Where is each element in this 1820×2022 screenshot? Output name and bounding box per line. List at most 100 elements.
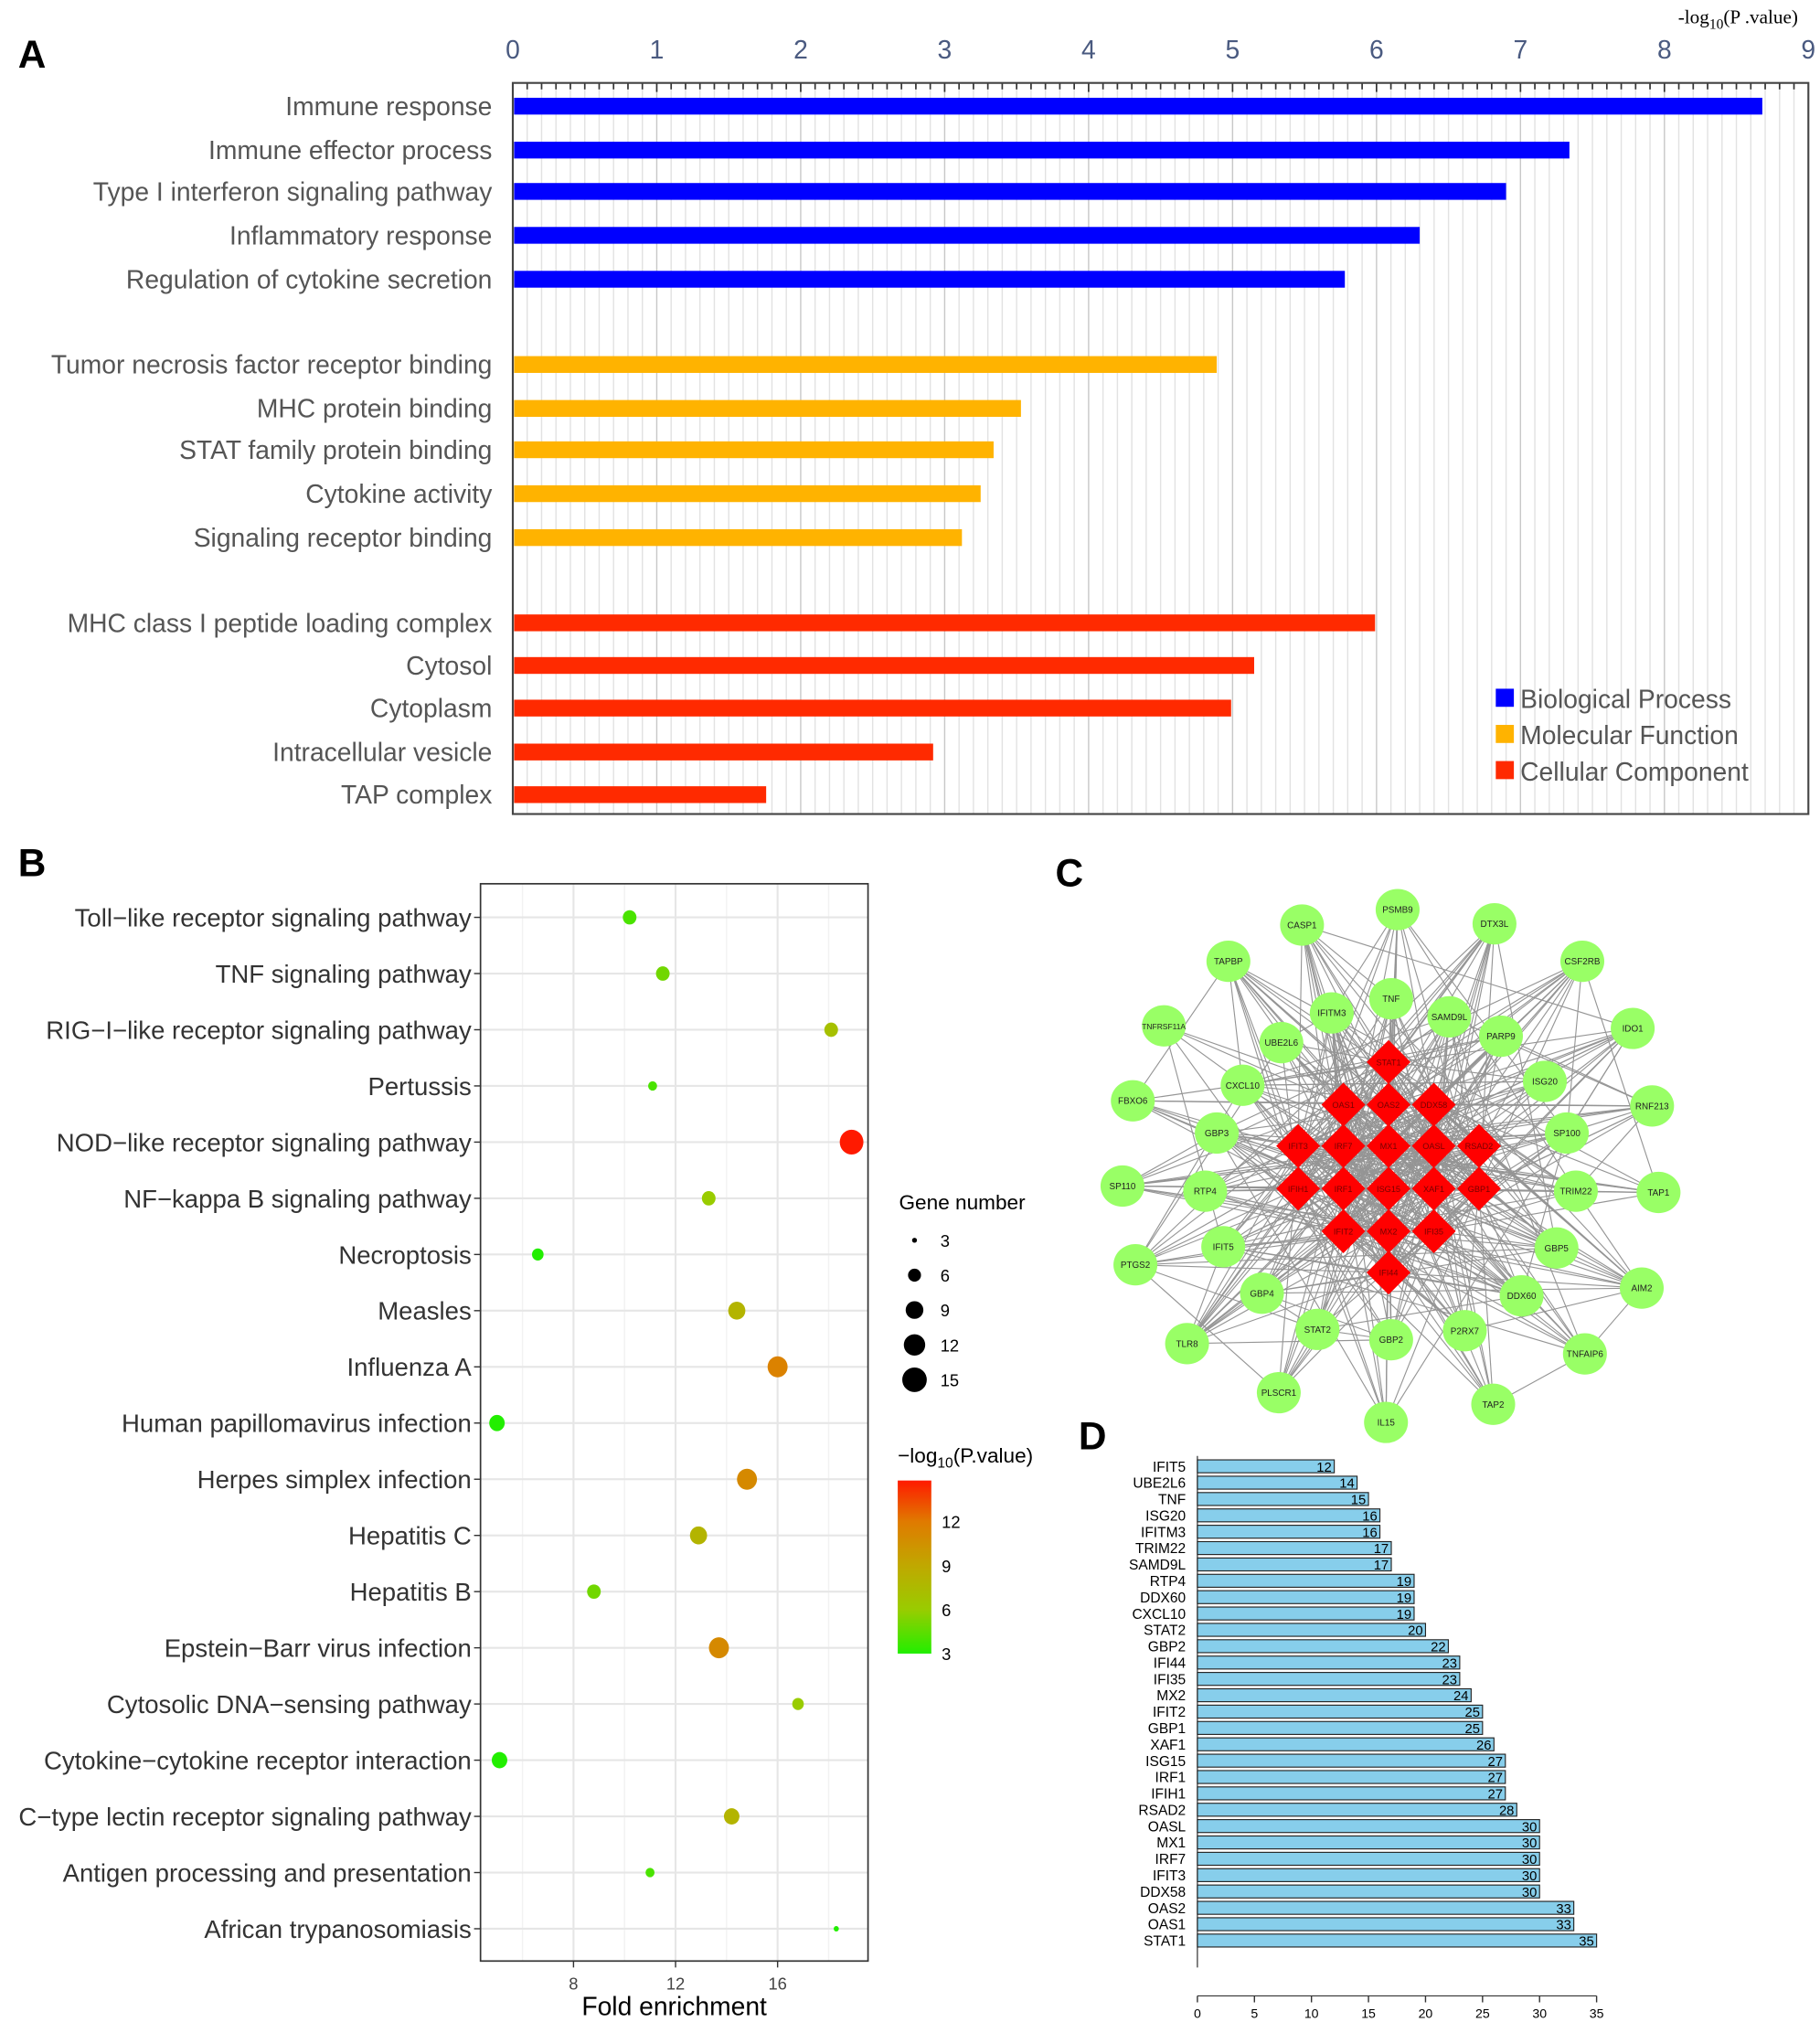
bar-value-label: 15 [1351, 1494, 1366, 1508]
gene-node-label: TNFRSF11A [1142, 1022, 1186, 1031]
bar-value-label: 28 [1499, 1804, 1514, 1818]
gene-label: IFI44 [1154, 1655, 1187, 1671]
gene-label: IFIT3 [1153, 1868, 1186, 1884]
gene-label: MX1 [1156, 1836, 1186, 1851]
bar [514, 142, 1570, 159]
x-tick-label: 8 [569, 1974, 578, 1993]
gene-label: GBP1 [1148, 1721, 1186, 1737]
bar [514, 183, 1506, 200]
x-axis-title-tail: (P .value) [1723, 6, 1798, 28]
data-point [728, 1301, 746, 1320]
bar-value-label: 20 [1408, 1624, 1423, 1639]
x-tick-label: 5 [1226, 35, 1240, 64]
x-tick-label: 0 [506, 35, 520, 64]
bar-value-label: 25 [1465, 1706, 1481, 1720]
size-legend-circle [905, 1301, 924, 1319]
bar [514, 614, 1376, 632]
gene-node-label: DTX3L [1481, 920, 1509, 930]
hub-gene-label: IFI35 [1424, 1227, 1443, 1236]
bar [1197, 1851, 1540, 1867]
x-tick-label: 2 [793, 35, 808, 64]
data-point [792, 1697, 804, 1710]
bar [1197, 1475, 1358, 1490]
term-label: Cytosolic DNA−sensing pathway [107, 1690, 472, 1719]
bar [1197, 1819, 1540, 1834]
x-tick-label: 9 [1801, 35, 1815, 64]
size-legend-circle [908, 1268, 921, 1282]
bar [1197, 1835, 1540, 1850]
x-tick-label: 5 [1251, 2006, 1258, 2020]
data-point [489, 1414, 506, 1431]
term-label: Cytokine−cytokine receptor interaction [44, 1746, 472, 1774]
bar [514, 97, 1762, 115]
gene-node-label: RNF213 [1635, 1101, 1669, 1112]
data-point [723, 1808, 740, 1825]
gene-label: DDX60 [1140, 1591, 1186, 1606]
term-label: Influenza A [346, 1353, 472, 1381]
x-tick-label: 30 [1532, 2006, 1547, 2020]
category-label: Cytoplasm [370, 694, 492, 723]
x-axis-title: Fold enrichment [581, 1992, 767, 2021]
term-label: Hepatitis B [350, 1578, 472, 1606]
kegg-bubble-chart: Toll−like receptor signaling pathway TNF … [18, 882, 1033, 2021]
size-legend-circle [911, 1238, 918, 1243]
gene-node-label: SP110 [1109, 1182, 1135, 1192]
size-legend-label: 15 [941, 1370, 959, 1389]
data-point [824, 1022, 838, 1038]
bar-value-label: 30 [1522, 1853, 1538, 1868]
colorbar-tick-label: 9 [942, 1557, 951, 1576]
bar-value-label: 27 [1487, 1772, 1503, 1786]
bar-value-label: 23 [1442, 1673, 1457, 1687]
color-legend-title-sub: 10 [937, 1456, 953, 1472]
size-legend-label: 12 [941, 1336, 959, 1355]
bar-value-label: 19 [1397, 1591, 1412, 1606]
gene-node-label: PTGS2 [1121, 1261, 1150, 1271]
category-label: Intracellular vesicle [272, 738, 492, 767]
data-point [587, 1584, 601, 1600]
gene-node-label: TAP2 [1483, 1400, 1505, 1410]
bar-value-label: 27 [1487, 1788, 1503, 1803]
gene-node-label: GBP2 [1379, 1336, 1403, 1346]
hub-gene-label: OASL [1422, 1142, 1444, 1151]
color-legend-title-main: −log [898, 1444, 937, 1467]
gene-node-label: DDX60 [1507, 1292, 1537, 1302]
category-label: Immune response [285, 91, 492, 121]
x-tick-label: 6 [1369, 35, 1384, 64]
bar [1197, 1884, 1540, 1899]
bar-value-label: 26 [1476, 1739, 1492, 1753]
bar [1197, 1606, 1415, 1621]
gene-label: IFI35 [1154, 1672, 1186, 1687]
bar [1197, 1540, 1392, 1556]
go-enrichment-bar-chart: 0 1 2 3 4 5 6 7 8 9-log10(P .value)Immune respons… [51, 6, 1815, 815]
bar-value-label: 16 [1362, 1526, 1377, 1540]
gene-label: OASL [1148, 1819, 1187, 1835]
bar [1197, 1770, 1506, 1784]
gene-label: ISG15 [1145, 1754, 1186, 1770]
x-axis-title-subscript: 10 [1709, 16, 1724, 32]
bar [514, 699, 1231, 717]
hub-gene-label: IFIT2 [1334, 1227, 1353, 1236]
hub-gene-label: MX1 [1380, 1142, 1398, 1151]
edge [1464, 1287, 1643, 1332]
bar [1197, 1525, 1381, 1539]
bar [1197, 1704, 1484, 1719]
gene-label: GBP2 [1148, 1640, 1186, 1655]
term-label: TNF signaling pathway [216, 960, 472, 988]
gene-label: TNF [1158, 1493, 1186, 1508]
term-label: Human papillomavirus infection [122, 1410, 472, 1438]
legend-swatch [1495, 725, 1515, 743]
hub-gene-label: DDX58 [1421, 1101, 1448, 1110]
gene-node-label: TAP1 [1647, 1188, 1669, 1198]
size-legend-circle [903, 1334, 926, 1356]
data-point [491, 1751, 507, 1769]
hub-gene-label: ISG15 [1377, 1185, 1400, 1194]
term-label: Epstein−Barr virus infection [165, 1634, 472, 1663]
bar-value-label: 14 [1339, 1477, 1355, 1492]
gene-node-label: AIM2 [1631, 1284, 1652, 1294]
bar [514, 441, 994, 459]
data-point [737, 1468, 758, 1490]
gene-label: OAS2 [1148, 1901, 1186, 1917]
bar-value-label: 33 [1556, 1919, 1571, 1933]
bar [1197, 1900, 1575, 1915]
bar-value-label: 27 [1487, 1755, 1503, 1770]
